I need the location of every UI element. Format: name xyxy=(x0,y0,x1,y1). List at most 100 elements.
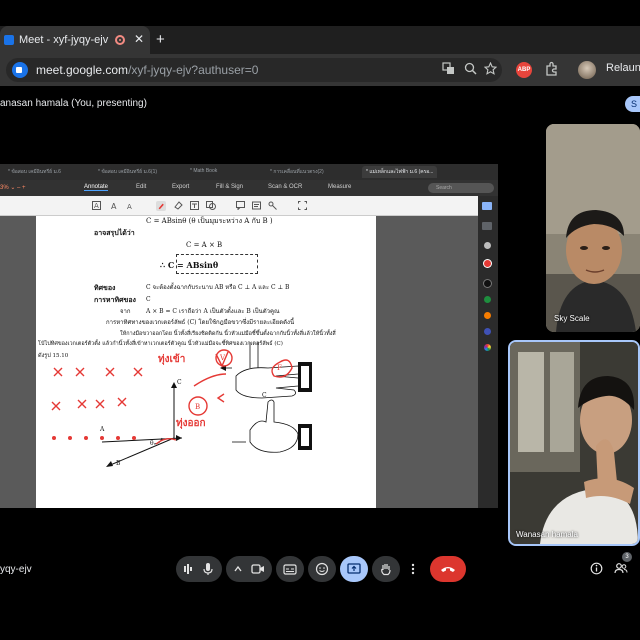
star-icon[interactable] xyxy=(484,62,497,75)
participant-tile-remote[interactable]: Sky Scale xyxy=(546,124,640,332)
captions-icon xyxy=(283,563,297,575)
color-swatch-black xyxy=(484,280,491,287)
ink-label: F xyxy=(277,364,282,372)
adblock-icon[interactable]: ABP xyxy=(516,62,532,78)
highlighter-style-icon xyxy=(482,222,492,230)
pdf-tab: * การเคลื่อนที่แนวตรง(2) xyxy=(270,169,324,175)
diagram-label: A xyxy=(100,426,105,433)
svg-text:A: A xyxy=(127,203,132,210)
leave-call-button[interactable] xyxy=(430,556,466,582)
color-picker-icon xyxy=(484,344,491,351)
pdf-tool-scan-ocr: Scan & OCR xyxy=(268,184,303,190)
translate-icon[interactable] xyxy=(442,62,455,75)
pdf-app-toolbar: 3% ⌄ – + Annotate Edit Export Fill & Sig… xyxy=(0,180,498,196)
meeting-info-icon[interactable] xyxy=(590,562,603,575)
presenter-label: anasan hamala (You, presenting) xyxy=(0,98,147,109)
diagram-label: θ xyxy=(150,440,154,447)
site-info-icon[interactable] xyxy=(12,62,28,78)
color-swatch-green xyxy=(484,296,491,303)
reactions-button[interactable] xyxy=(308,556,336,582)
pdf-tab-active: * แม่เหล็กและไฟฟ้า ม.6 (ครอ... xyxy=(362,166,438,178)
captions-button[interactable] xyxy=(276,556,304,582)
participant-name: Sky Scale xyxy=(554,314,590,323)
more-options-button[interactable] xyxy=(404,556,422,582)
pen-color-palette xyxy=(478,196,498,508)
stop-presenting-button[interactable]: S xyxy=(625,96,640,112)
annotation-toolbar: A A A xyxy=(0,196,478,216)
present-now-button[interactable] xyxy=(340,556,368,582)
url-text: meet.google.com/xyf-jyqy-ejv?authuser=0 xyxy=(36,63,258,77)
meet-control-bar: yqy-ejv 3 xyxy=(0,548,640,588)
pdf-tab: * ข้อสอบ เคมีอินทรีย์ ม.6 xyxy=(8,169,61,175)
page-margin-right xyxy=(376,216,478,508)
diagram-label: B xyxy=(116,460,121,467)
recording-indicator-icon xyxy=(115,35,125,45)
meeting-code: yqy-ejv xyxy=(0,564,32,575)
audio-levels-icon xyxy=(184,564,192,574)
zoom-icon[interactable] xyxy=(464,62,477,75)
present-screen-icon xyxy=(347,563,361,574)
pdf-tab: * ข้อสอบ เคมีอินทรีย์ ม.6(1) xyxy=(98,169,158,175)
pdf-page: C = ABsinθ (θ เป็นมุมระหว่าง A กับ B ) อ… xyxy=(36,216,376,508)
participant-name: Wanasan hamala xyxy=(516,530,578,539)
stamp-tool-icon xyxy=(268,201,277,210)
browser-tab-meet[interactable]: Meet - xyf-jyqy-ejv ✕ xyxy=(0,26,150,54)
people-icon[interactable] xyxy=(614,562,628,575)
meet-presentation-header: anasan hamala (You, presenting) S xyxy=(0,86,640,122)
ink-label: V xyxy=(220,354,226,362)
new-tab-button[interactable]: + xyxy=(156,31,165,48)
color-swatch-blue xyxy=(484,328,491,335)
more-vert-icon xyxy=(411,563,415,575)
emoji-icon xyxy=(315,562,329,576)
pdf-tool-measure: Measure xyxy=(328,184,352,190)
camera-control[interactable] xyxy=(226,556,272,582)
meet-favicon-icon xyxy=(4,35,14,45)
omnibox[interactable]: meet.google.com/xyf-jyqy-ejv?authuser=0 xyxy=(6,58,502,82)
tab-title: Meet - xyf-jyqy-ejv xyxy=(19,34,109,46)
url-path: /xyf-jyqy-ejv?authuser=0 xyxy=(128,63,259,77)
participant-tile-self[interactable]: Wanasan hamala xyxy=(508,340,640,546)
crop-tool-icon xyxy=(298,201,307,210)
color-swatch-red xyxy=(484,260,491,267)
chevron-up-icon[interactable] xyxy=(233,564,243,574)
url-host: meet.google.com xyxy=(36,63,129,77)
microphone-control[interactable] xyxy=(176,556,222,582)
diagram-label: C xyxy=(177,379,182,386)
pdf-tab: * Math Book xyxy=(190,168,218,174)
hang-up-icon xyxy=(441,567,455,572)
microphone-icon[interactable] xyxy=(202,562,214,576)
camera-icon[interactable] xyxy=(251,563,265,575)
text-frame-tool-icon xyxy=(190,201,199,210)
svg-text:A: A xyxy=(111,202,117,210)
pen-tool-icon xyxy=(156,201,166,211)
relaunch-button[interactable]: Relaunch xyxy=(606,62,640,74)
small-text-tool-icon: A xyxy=(127,203,132,210)
color-swatch-orange xyxy=(484,312,491,319)
close-tab-icon[interactable]: ✕ xyxy=(134,32,144,46)
pdf-app-tab-bar: * ข้อสอบ เคมีอินทรีย์ ม.6 * ข้อสอบ เคมีอ… xyxy=(0,164,498,180)
eraser-tool-icon xyxy=(174,201,183,210)
shared-screen: * ข้อสอบ เคมีอินทรีย์ ม.6 * ข้อสอบ เคมีอ… xyxy=(0,164,498,508)
shapes-tool-icon xyxy=(206,201,216,210)
screen: Meet - xyf-jyqy-ejv ✕ + meet.google.com/… xyxy=(0,0,640,640)
ink-handwriting: ทุ่งเข้า xyxy=(158,354,186,365)
text-box-tool-icon: A xyxy=(92,201,101,210)
browser-tab-bar: Meet - xyf-jyqy-ejv ✕ + xyxy=(0,26,640,54)
comment-tool-icon xyxy=(236,201,245,210)
pdf-search-field: Search xyxy=(428,183,494,193)
self-video-feed xyxy=(510,342,638,544)
raise-hand-button[interactable] xyxy=(372,556,400,582)
pdf-tool-edit: Edit xyxy=(136,184,147,190)
diagram-and-ink-layer xyxy=(51,342,312,467)
pen-style-icon xyxy=(482,202,492,210)
pdf-zoom-control: 3% ⌄ – + xyxy=(0,185,26,191)
puzzle-icon[interactable] xyxy=(544,61,560,77)
hand-icon xyxy=(381,564,391,576)
pdf-tool-fill-sign: Fill & Sign xyxy=(216,184,244,190)
ink-label: B xyxy=(195,403,201,411)
participants-count-badge: 3 xyxy=(622,552,632,562)
note-tool-icon xyxy=(252,201,261,210)
profile-avatar[interactable] xyxy=(578,61,596,79)
pdf-tool-annotate: Annotate xyxy=(84,184,109,191)
ink-handwriting: ทุ่งออก xyxy=(176,418,206,429)
